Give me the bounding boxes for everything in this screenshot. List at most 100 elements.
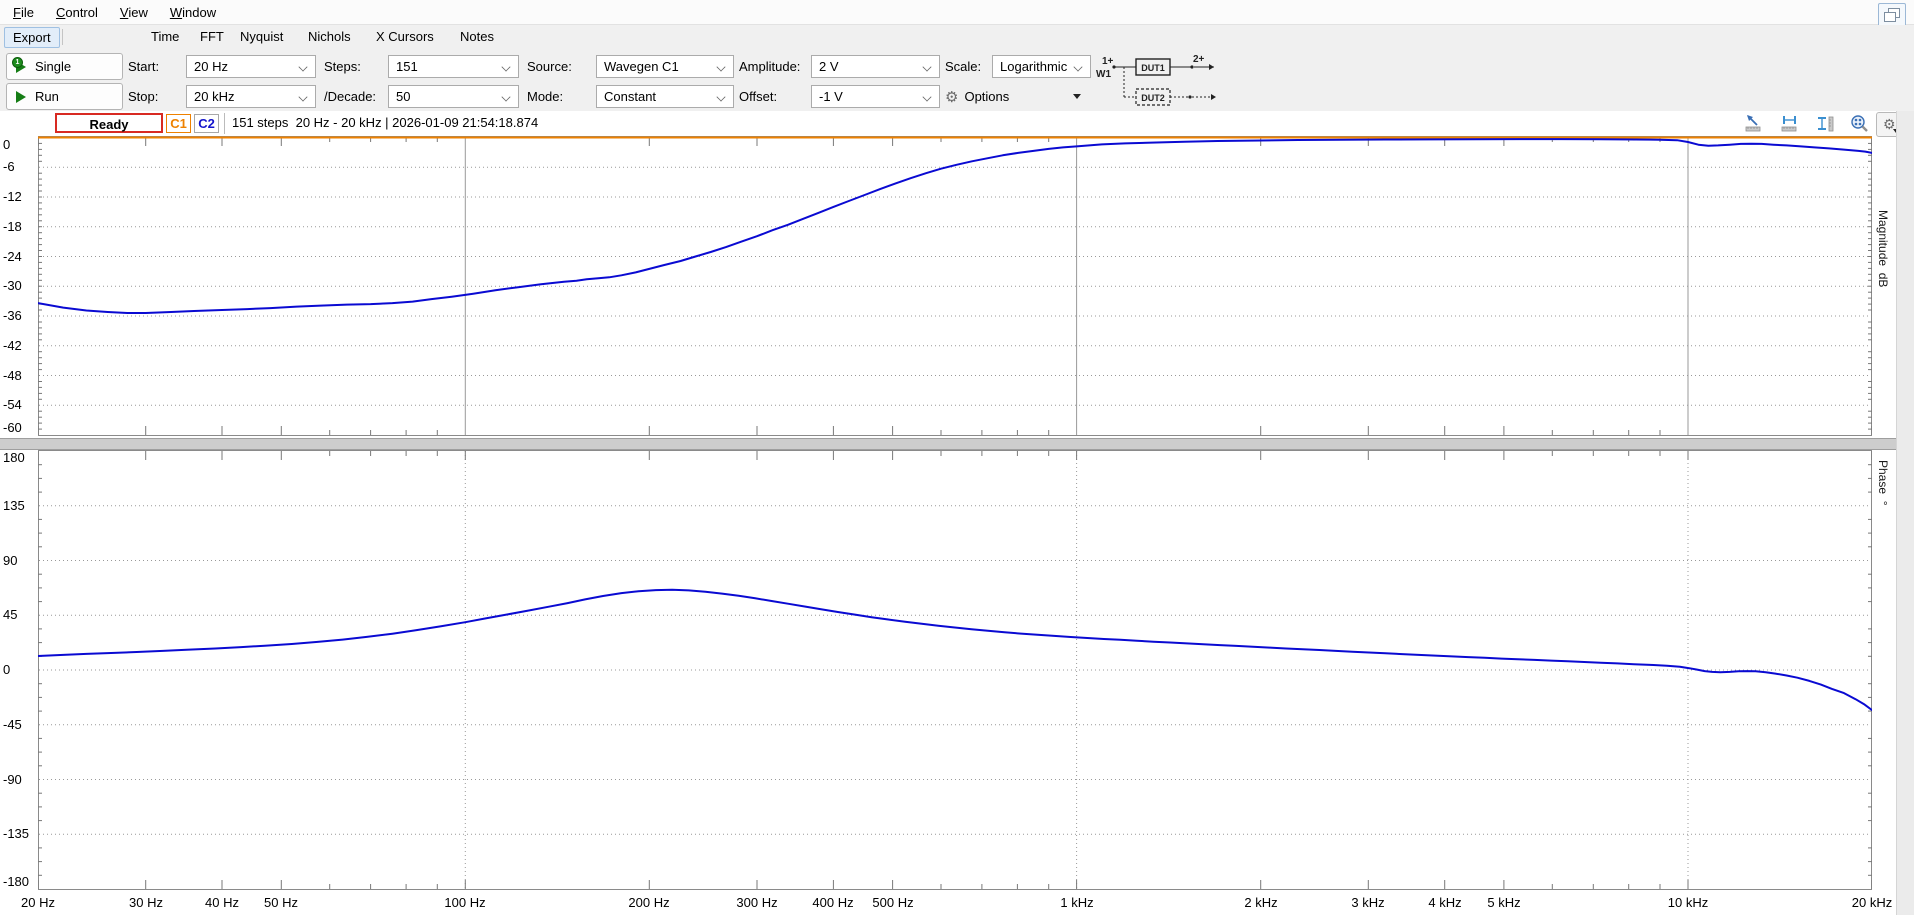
- tab-notes[interactable]: Notes: [452, 27, 502, 46]
- tab-separator: [62, 29, 63, 45]
- phase-y-tick-label: 0: [3, 662, 37, 677]
- channel-1-toggle[interactable]: C1: [166, 114, 191, 133]
- arrow-head: [1209, 64, 1214, 70]
- mag-y-tick-label: -48: [3, 368, 37, 383]
- menu-control[interactable]: Control: [47, 2, 107, 23]
- phase-y-tick-label: -90: [3, 772, 37, 787]
- menu-view[interactable]: View: [111, 2, 157, 23]
- source-combobox[interactable]: Wavegen C1: [596, 55, 734, 78]
- track-button[interactable]: [1740, 112, 1768, 135]
- mag-y-tick-label: -12: [3, 189, 37, 204]
- per-decade-combobox[interactable]: 50: [388, 85, 519, 108]
- scale-combobox[interactable]: Logarithmic: [992, 55, 1091, 78]
- x-tick-label: 100 Hz: [444, 895, 485, 910]
- zoom-button[interactable]: [1846, 112, 1874, 135]
- x-tick-label: 500 Hz: [872, 895, 913, 910]
- tab-fft[interactable]: FFT: [192, 27, 232, 46]
- offset-value: -1 V: [819, 89, 843, 104]
- steps-value: 151: [396, 59, 418, 74]
- start-value: 20 Hz: [194, 59, 228, 74]
- magnitude-plot[interactable]: [38, 136, 1872, 436]
- mag-y-tick-label: -42: [3, 338, 37, 353]
- plot-splitter[interactable]: [0, 438, 1896, 450]
- x-tick-label: 50 Hz: [264, 895, 298, 910]
- menu-file[interactable]: File: [4, 2, 43, 23]
- x-tick-label: 5 kHz: [1487, 895, 1520, 910]
- per-decade-value: 50: [396, 89, 410, 104]
- chevron-down-icon: [298, 92, 307, 101]
- x-tick-label: 2 kHz: [1244, 895, 1277, 910]
- options-button[interactable]: ⚙ Options: [945, 85, 1091, 108]
- steps-combobox[interactable]: 151: [388, 55, 519, 78]
- single-button-label: Single: [35, 59, 71, 74]
- right-edge-strip: [1896, 111, 1914, 915]
- phase-y-tick-label: -45: [3, 717, 37, 732]
- source-value: Wavegen C1: [604, 59, 679, 74]
- start-label: Start:: [128, 55, 159, 78]
- stop-combobox[interactable]: 20 kHz: [186, 85, 316, 108]
- waveforms-network-analyzer-window: { "menu": {"items": ["File", "Control", …: [0, 0, 1914, 915]
- chevron-down-icon: [922, 62, 931, 71]
- chevron-down-icon: [1073, 62, 1082, 71]
- offset-label: Offset:: [739, 85, 777, 108]
- plus2-label: 2+: [1193, 54, 1205, 65]
- source-label: Source:: [527, 55, 572, 78]
- tab-nyquist[interactable]: Nyquist: [232, 27, 291, 46]
- steps-label: Steps:: [324, 55, 361, 78]
- stop-label: Stop:: [128, 85, 158, 108]
- x-tick-label: 3 kHz: [1351, 895, 1384, 910]
- amplitude-combobox[interactable]: 2 V: [811, 55, 940, 78]
- horizontal-cursors-icon: [1780, 114, 1800, 134]
- run-button[interactable]: Run: [6, 83, 123, 110]
- scale-value: Logarithmic: [1000, 59, 1067, 74]
- caret-down-icon: [1073, 94, 1081, 99]
- options-button-label: Options: [964, 89, 1009, 104]
- mag-y-tick-label: -60: [3, 420, 37, 435]
- dut1-label: DUT1: [1141, 63, 1165, 73]
- horizontal-cursors-button[interactable]: [1776, 112, 1804, 135]
- x-tick-label: 400 Hz: [812, 895, 853, 910]
- x-tick-label: 40 Hz: [205, 895, 239, 910]
- x-tick-label: 1 kHz: [1060, 895, 1093, 910]
- arrow-head: [1211, 94, 1216, 100]
- phase-y-tick-label: -135: [3, 826, 37, 841]
- magnitude-axis-label: Magnitude dB: [1876, 210, 1890, 287]
- phase-y-tick-label: 90: [3, 553, 37, 568]
- node-dot: [1190, 65, 1193, 68]
- chevron-down-icon: [716, 92, 725, 101]
- per-decade-label: /Decade:: [324, 85, 376, 108]
- scale-label: Scale:: [945, 55, 981, 78]
- channel-2-toggle[interactable]: C2: [194, 114, 219, 133]
- w1-plus-label: 1+: [1102, 56, 1114, 67]
- float-window-button[interactable]: [1878, 3, 1906, 27]
- tab-time[interactable]: Time: [143, 27, 187, 46]
- tab-nichols[interactable]: Nichols: [300, 27, 359, 46]
- track-icon: [1744, 114, 1764, 134]
- mag-y-tick-label: -6: [3, 159, 37, 174]
- phase-plot[interactable]: [38, 450, 1872, 890]
- phase-y-tick-label: 45: [3, 607, 37, 622]
- single-button[interactable]: 1 Single: [6, 53, 123, 80]
- vertical-cursors-button[interactable]: [1812, 112, 1840, 135]
- mag-y-tick-label: -18: [3, 219, 37, 234]
- menu-bar: File Control View Window: [0, 0, 1914, 25]
- mode-combobox[interactable]: Constant: [596, 85, 734, 108]
- menu-window[interactable]: Window: [161, 2, 225, 23]
- mag-y-tick-label: -30: [3, 278, 37, 293]
- amplitude-value: 2 V: [819, 59, 839, 74]
- x-tick-label: 4 kHz: [1428, 895, 1461, 910]
- mag-y-tick-label: -54: [3, 397, 37, 412]
- phase-y-tick-label: 135: [3, 498, 37, 513]
- tab-export[interactable]: Export: [4, 27, 60, 48]
- x-tick-label: 300 Hz: [736, 895, 777, 910]
- start-combobox[interactable]: 20 Hz: [186, 55, 316, 78]
- divider: [224, 113, 225, 134]
- chevron-down-icon: [501, 62, 510, 71]
- offset-combobox[interactable]: -1 V: [811, 85, 940, 108]
- chevron-down-icon: [716, 62, 725, 71]
- chevron-down-icon: [501, 92, 510, 101]
- x-tick-label: 20 kHz: [1852, 895, 1892, 910]
- run-button-label: Run: [35, 89, 59, 104]
- phase-y-tick-label: 180: [3, 450, 37, 465]
- tab-x-cursors[interactable]: X Cursors: [368, 27, 442, 46]
